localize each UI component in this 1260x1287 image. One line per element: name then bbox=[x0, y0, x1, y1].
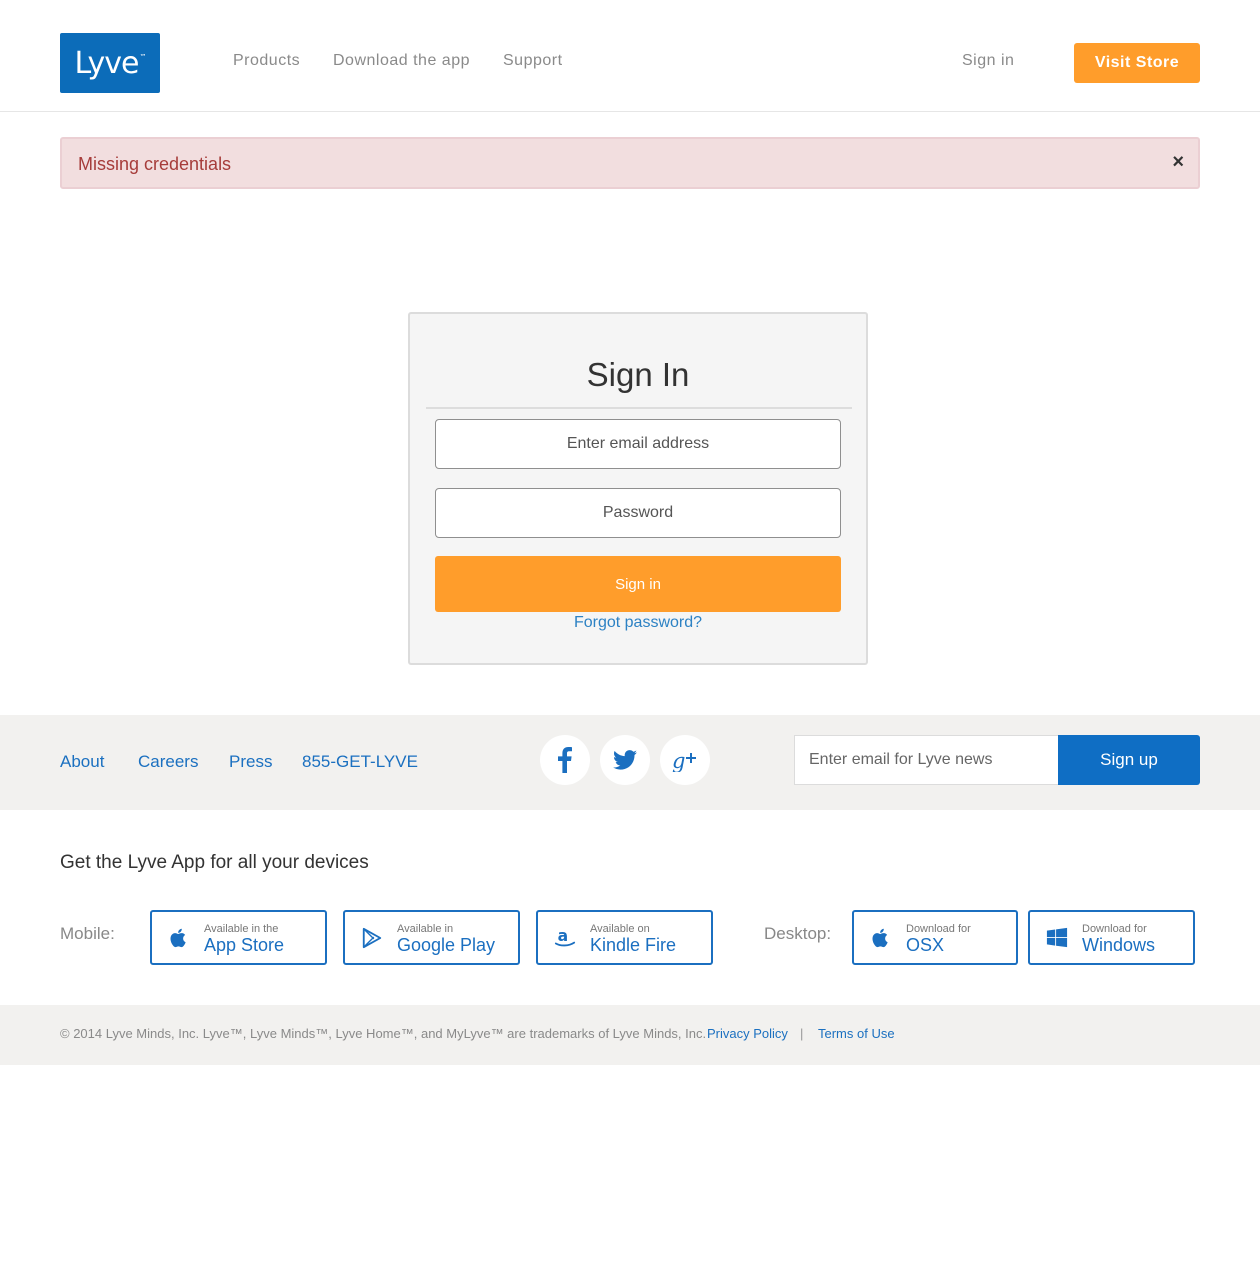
logo-text: Lyve bbox=[74, 45, 140, 81]
store-name: Kindle Fire bbox=[590, 935, 677, 955]
footer-link-press[interactable]: Press bbox=[229, 752, 272, 772]
footer-link-about[interactable]: About bbox=[60, 752, 104, 772]
twitter-icon[interactable] bbox=[600, 735, 650, 785]
header-sign-in-link[interactable]: Sign in bbox=[962, 52, 1014, 70]
copyright-text: © 2014 Lyve Minds, Inc. Lyve™, Lyve Mind… bbox=[60, 1026, 707, 1041]
privacy-policy-link[interactable]: Privacy Policy bbox=[707, 1026, 788, 1041]
osx-download-button[interactable]: Download for OSX bbox=[852, 910, 1018, 965]
nav-products[interactable]: Products bbox=[233, 52, 300, 70]
lyve-logo[interactable]: Lyve ™ bbox=[60, 33, 160, 93]
store-small-label: Available in the bbox=[204, 923, 279, 935]
nav-download-app[interactable]: Download the app bbox=[333, 52, 470, 70]
apple-icon bbox=[170, 928, 186, 948]
svg-text:a: a bbox=[558, 927, 569, 945]
google-play-button[interactable]: Available in Google Play bbox=[343, 910, 520, 965]
store-name: Google Play bbox=[397, 935, 496, 955]
store-name: Windows bbox=[1082, 935, 1156, 955]
kindle-fire-button[interactable]: a Available on Kindle Fire bbox=[536, 910, 713, 965]
title-divider bbox=[426, 407, 852, 409]
email-field[interactable] bbox=[435, 419, 841, 469]
apple-icon bbox=[872, 928, 888, 948]
newsletter-email-input[interactable] bbox=[794, 735, 1060, 785]
footer-links-band: About Careers Press 855-GET-LYVE g Sign … bbox=[0, 715, 1260, 810]
amazon-icon: a bbox=[554, 927, 576, 947]
footer-link-phone[interactable]: 855-GET-LYVE bbox=[302, 752, 418, 772]
apps-heading: Get the Lyve App for all your devices bbox=[60, 852, 369, 873]
forgot-password-link[interactable]: Forgot password? bbox=[410, 614, 866, 632]
store-name: App Store bbox=[204, 935, 285, 955]
nav-support[interactable]: Support bbox=[503, 52, 563, 70]
sign-in-card: Sign In Sign in Forgot password? bbox=[408, 312, 868, 665]
windows-download-button[interactable]: Download for Windows bbox=[1028, 910, 1195, 965]
store-small-label: Available in bbox=[397, 923, 454, 935]
close-icon[interactable]: × bbox=[1172, 151, 1184, 174]
store-small-label: Download for bbox=[906, 923, 971, 935]
site-header: Lyve ™ Products Download the app Support … bbox=[0, 0, 1260, 112]
google-plus-icon[interactable]: g bbox=[660, 735, 710, 785]
store-small-label: Available on bbox=[590, 923, 650, 935]
windows-icon bbox=[1046, 927, 1068, 948]
password-field[interactable] bbox=[435, 488, 841, 538]
error-alert: Missing credentials × bbox=[60, 137, 1200, 189]
alert-message: Missing credentials bbox=[78, 154, 232, 174]
sign-in-title: Sign In bbox=[586, 356, 690, 393]
sign-in-button[interactable]: Sign in bbox=[435, 556, 841, 612]
desktop-label: Desktop: bbox=[764, 924, 832, 943]
mobile-label: Mobile: bbox=[60, 924, 115, 943]
visit-store-button[interactable]: Visit Store bbox=[1074, 43, 1200, 83]
facebook-icon[interactable] bbox=[540, 735, 590, 785]
legal-footer: © 2014 Lyve Minds, Inc. Lyve™, Lyve Mind… bbox=[0, 1005, 1260, 1065]
store-small-label: Download for bbox=[1082, 923, 1147, 935]
store-name: OSX bbox=[906, 935, 945, 955]
svg-text:g: g bbox=[672, 749, 685, 772]
footer-link-careers[interactable]: Careers bbox=[138, 752, 198, 772]
newsletter-signup-button[interactable]: Sign up bbox=[1058, 735, 1200, 785]
terms-of-use-link[interactable]: Terms of Use bbox=[818, 1026, 895, 1041]
legal-separator: | bbox=[800, 1026, 804, 1041]
logo-tm: ™ bbox=[139, 53, 146, 61]
app-store-button[interactable]: Available in the App Store bbox=[150, 910, 327, 965]
google-play-icon bbox=[362, 927, 382, 949]
